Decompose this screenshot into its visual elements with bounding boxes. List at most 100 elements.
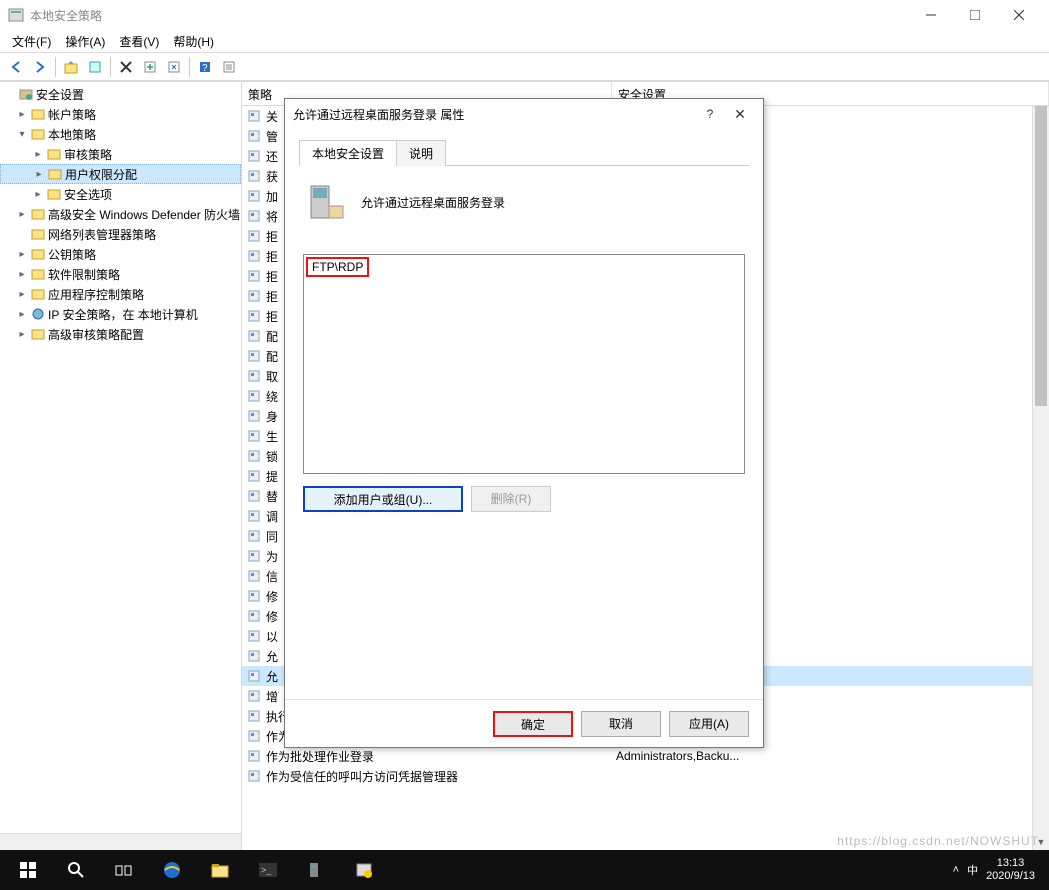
menu-file[interactable]: 文件(F) [6, 31, 57, 52]
dialog-tabs: 本地安全设置 说明 [299, 139, 749, 166]
policy-name-cell: 管 [266, 128, 278, 145]
policy-item-icon [246, 448, 262, 464]
tree: 安全设置 ▸帐户策略 ▾本地策略 ▸审核策略 ▸用户权限分配 ▸安全选项 ▸高级… [0, 82, 241, 346]
tree-item-appctrl[interactable]: ▸应用程序控制策略 [0, 284, 241, 304]
tree-h-scrollbar[interactable] [0, 833, 241, 850]
maximize-button[interactable] [953, 0, 997, 30]
user-entry[interactable]: FTP\RDP [306, 257, 369, 277]
policy-item-icon [246, 628, 262, 644]
policy-name-cell: 拒 [266, 288, 278, 305]
policy-name-cell: 加 [266, 188, 278, 205]
delete-icon[interactable] [115, 56, 137, 78]
policy-item-icon [246, 148, 262, 164]
list-v-scrollbar[interactable]: ▲ ▼ [1032, 106, 1049, 850]
export-icon[interactable] [139, 56, 161, 78]
tree-label: 帐户策略 [48, 106, 96, 123]
properties-icon[interactable] [84, 56, 106, 78]
title-bar: 本地安全策略 [0, 0, 1049, 30]
policy-name-cell: 作为批处理作业登录 [266, 748, 374, 765]
tree-item-pubkey[interactable]: ▸公钥策略 [0, 244, 241, 264]
policy-name-cell: 修 [266, 608, 278, 625]
menu-help[interactable]: 帮助(H) [167, 31, 220, 52]
tray-chevron-icon[interactable]: ˄ [953, 864, 959, 876]
svg-text:?: ? [202, 63, 208, 74]
user-list[interactable]: FTP\RDP [303, 254, 745, 474]
back-icon[interactable] [5, 56, 27, 78]
policy-item-icon [246, 768, 262, 784]
policy-name-cell: 拒 [266, 248, 278, 265]
policy-item-icon [246, 488, 262, 504]
cancel-button[interactable]: 取消 [581, 711, 661, 737]
task-view-icon[interactable] [100, 850, 148, 890]
explorer-icon[interactable] [196, 850, 244, 890]
dialog-close-button[interactable]: ✕ [725, 106, 755, 123]
minimize-button[interactable] [909, 0, 953, 30]
list-row[interactable]: 作为受信任的呼叫方访问凭据管理器 [242, 766, 1049, 786]
help-icon[interactable]: ? [194, 56, 216, 78]
system-tray[interactable]: ˄ 中 13:13 2020/9/13 [943, 857, 1045, 883]
policy-name-cell: 以 [266, 628, 278, 645]
forward-icon[interactable] [29, 56, 51, 78]
tree-item-sec-options[interactable]: ▸安全选项 [0, 184, 241, 204]
policy-name-cell: 关 [266, 108, 278, 125]
policy-item-icon [246, 648, 262, 664]
policy-item-icon [246, 568, 262, 584]
policy-name-cell: 同 [266, 528, 278, 545]
close-button[interactable] [997, 0, 1041, 30]
list-row[interactable]: 作为批处理作业登录Administrators,Backu... [242, 746, 1049, 766]
tree-item-restrict[interactable]: ▸软件限制策略 [0, 264, 241, 284]
properties-dialog: 允许通过远程桌面服务登录 属性 ? ✕ 本地安全设置 说明 允许通过远程桌面服务… [284, 98, 764, 748]
tab-explain[interactable]: 说明 [396, 140, 446, 166]
watermark: https://blog.csdn.net/NOWSHUT [837, 834, 1039, 848]
list-icon[interactable] [218, 56, 240, 78]
cmd-icon[interactable]: >_ [244, 850, 292, 890]
menu-view[interactable]: 查看(V) [113, 31, 165, 52]
tree-root[interactable]: 安全设置 [0, 84, 241, 104]
tree-root-label: 安全设置 [36, 86, 84, 103]
policy-item-icon [246, 128, 262, 144]
policy-name-cell: 提 [266, 468, 278, 485]
tree-item-user-rights[interactable]: ▸用户权限分配 [0, 164, 241, 184]
add-user-button[interactable]: 添加用户或组(U)... [303, 486, 463, 512]
ok-button[interactable]: 确定 [493, 711, 573, 737]
policy-item-icon [246, 268, 262, 284]
policy-name-cell: 身 [266, 408, 278, 425]
secpol-icon[interactable] [340, 850, 388, 890]
ime-indicator[interactable]: 中 [967, 862, 978, 878]
menu-bar: 文件(F) 操作(A) 查看(V) 帮助(H) [0, 30, 1049, 52]
search-icon[interactable] [52, 850, 100, 890]
tree-item-account[interactable]: ▸帐户策略 [0, 104, 241, 124]
tree-item-advaudit[interactable]: ▸高级审核策略配置 [0, 324, 241, 344]
clock-date: 2020/9/13 [986, 870, 1035, 883]
tab-local-security[interactable]: 本地安全设置 [299, 140, 397, 166]
tree-pane: 安全设置 ▸帐户策略 ▾本地策略 ▸审核策略 ▸用户权限分配 ▸安全选项 ▸高级… [0, 82, 242, 850]
scroll-thumb[interactable] [1035, 106, 1047, 406]
tree-item-audit[interactable]: ▸审核策略 [0, 144, 241, 164]
policy-item-icon [246, 248, 262, 264]
policy-name-cell: 为 [266, 548, 278, 565]
clock[interactable]: 13:13 2020/9/13 [986, 857, 1035, 883]
tree-item-defender[interactable]: ▸高级安全 Windows Defender 防火墙 [0, 204, 241, 224]
tree-item-ipsec[interactable]: ▸IP 安全策略，在 本地计算机 [0, 304, 241, 324]
tree-label: 软件限制策略 [48, 266, 120, 283]
apply-button[interactable]: 应用(A) [669, 711, 749, 737]
start-button[interactable] [4, 850, 52, 890]
tree-item-netlist[interactable]: 网络列表管理器策略 [0, 224, 241, 244]
dialog-help-button[interactable]: ? [695, 107, 725, 121]
server-manager-icon[interactable] [292, 850, 340, 890]
policy-item-icon [246, 388, 262, 404]
up-icon[interactable] [60, 56, 82, 78]
clock-time: 13:13 [997, 857, 1025, 870]
policy-item-icon [246, 288, 262, 304]
app-icon [8, 7, 24, 23]
policy-item-icon [246, 528, 262, 544]
window-title: 本地安全策略 [30, 7, 909, 24]
tree-item-local[interactable]: ▾本地策略 [0, 124, 241, 144]
refresh-icon[interactable] [163, 56, 185, 78]
tree-label: 审核策略 [64, 146, 112, 163]
policy-name-cell: 修 [266, 588, 278, 605]
policy-name-cell: 配 [266, 328, 278, 345]
ie-icon[interactable] [148, 850, 196, 890]
menu-action[interactable]: 操作(A) [59, 31, 111, 52]
policy-item-icon [246, 368, 262, 384]
